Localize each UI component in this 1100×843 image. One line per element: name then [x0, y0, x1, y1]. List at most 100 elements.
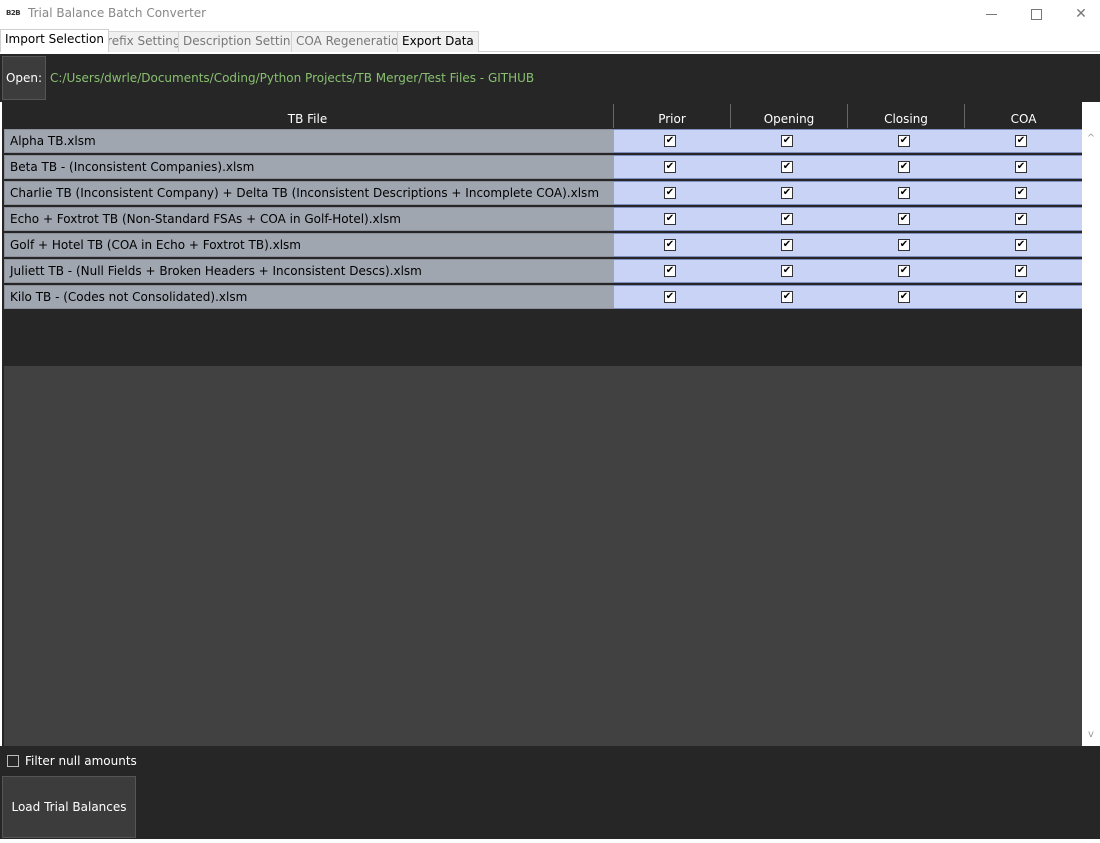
- opening-cell: ✔: [731, 129, 848, 153]
- prior-checkbox[interactable]: ✔: [664, 135, 676, 147]
- header-coa: COA: [965, 104, 1082, 128]
- tb-file-cell[interactable]: Golf + Hotel TB (COA in Echo + Foxtrot T…: [4, 233, 615, 257]
- prior-cell: ✔: [614, 129, 731, 153]
- prior-cell: ✔: [614, 233, 731, 257]
- open-bar: Open: C:/Users/dwrle/Documents/Coding/Py…: [0, 54, 1100, 102]
- closing-cell: ✔: [848, 259, 965, 283]
- filter-null-amounts-checkbox[interactable]: [7, 755, 19, 767]
- filter-null-amounts-label: Filter null amounts: [25, 754, 137, 768]
- prior-cell: ✔: [614, 155, 731, 179]
- closing-cell: ✔: [848, 129, 965, 153]
- coa-cell: ✔: [965, 285, 1082, 309]
- load-trial-balances-button[interactable]: Load Trial Balances: [2, 776, 136, 838]
- prior-cell: ✔: [614, 207, 731, 231]
- prior-cell: ✔: [614, 259, 731, 283]
- prior-checkbox[interactable]: ✔: [664, 265, 676, 277]
- header-tb-file: TB File: [2, 104, 614, 128]
- table-row: Echo + Foxtrot TB (Non-Standard FSAs + C…: [2, 206, 1082, 232]
- coa-checkbox[interactable]: ✔: [1015, 265, 1027, 277]
- closing-cell: ✔: [848, 207, 965, 231]
- coa-cell: ✔: [965, 207, 1082, 231]
- opening-cell: ✔: [731, 181, 848, 205]
- table-header: TB File Prior Opening Closing COA: [2, 104, 1082, 128]
- table-row: Beta TB - (Inconsistent Companies).xlsm ✔…: [2, 154, 1082, 180]
- tb-file-cell[interactable]: Charlie TB (Inconsistent Company) + Delt…: [4, 181, 615, 205]
- closing-cell: ✔: [848, 181, 965, 205]
- opening-checkbox[interactable]: ✔: [781, 213, 793, 225]
- opening-checkbox[interactable]: ✔: [781, 239, 793, 251]
- maximize-icon: [1030, 8, 1042, 20]
- coa-checkbox[interactable]: ✔: [1015, 135, 1027, 147]
- opening-cell: ✔: [731, 155, 848, 179]
- closing-checkbox[interactable]: ✔: [898, 291, 910, 303]
- close-button[interactable]: ✕: [1058, 0, 1100, 28]
- tb-file-cell[interactable]: Alpha TB.xlsm: [4, 129, 615, 153]
- prior-cell: ✔: [614, 181, 731, 205]
- opening-checkbox[interactable]: ✔: [781, 291, 793, 303]
- opening-checkbox[interactable]: ✔: [781, 161, 793, 173]
- coa-checkbox[interactable]: ✔: [1015, 291, 1027, 303]
- open-button[interactable]: Open:: [2, 56, 46, 100]
- prior-checkbox[interactable]: ✔: [664, 239, 676, 251]
- prior-checkbox[interactable]: ✔: [664, 291, 676, 303]
- tb-file-cell[interactable]: Kilo TB - (Codes not Consolidated).xlsm: [4, 285, 615, 309]
- header-closing: Closing: [848, 104, 965, 128]
- closing-checkbox[interactable]: ✔: [898, 213, 910, 225]
- coa-cell: ✔: [965, 233, 1082, 257]
- app-icon: B2B: [6, 9, 21, 17]
- tab-import-selection[interactable]: Import Selection: [0, 29, 109, 52]
- minimize-button[interactable]: [968, 0, 1014, 28]
- import-selection-panel: Open: C:/Users/dwrle/Documents/Coding/Py…: [0, 52, 1100, 843]
- vertical-scrollbar[interactable]: ^ v: [1084, 132, 1098, 744]
- prior-checkbox[interactable]: ✔: [664, 187, 676, 199]
- opening-cell: ✔: [731, 285, 848, 309]
- coa-cell: ✔: [965, 155, 1082, 179]
- tab-bar: Import Selection Prefix Settings Descrip…: [0, 28, 1100, 52]
- closing-checkbox[interactable]: ✔: [898, 187, 910, 199]
- scroll-up-icon[interactable]: ^: [1084, 132, 1098, 146]
- tab-coa-regeneration[interactable]: COA Regeneration: [291, 31, 412, 52]
- prior-checkbox[interactable]: ✔: [664, 161, 676, 173]
- opening-cell: ✔: [731, 207, 848, 231]
- opening-cell: ✔: [731, 233, 848, 257]
- closing-checkbox[interactable]: ✔: [898, 161, 910, 173]
- coa-cell: ✔: [965, 129, 1082, 153]
- coa-cell: ✔: [965, 181, 1082, 205]
- opening-cell: ✔: [731, 259, 848, 283]
- bottom-panel: Filter null amounts Load Trial Balances: [0, 746, 1100, 839]
- coa-checkbox[interactable]: ✔: [1015, 239, 1027, 251]
- opening-checkbox[interactable]: ✔: [781, 265, 793, 277]
- tb-file-table: TB File Prior Opening Closing COA Alpha …: [0, 102, 1100, 792]
- closing-checkbox[interactable]: ✔: [898, 265, 910, 277]
- tb-file-cell[interactable]: Beta TB - (Inconsistent Companies).xlsm: [4, 155, 615, 179]
- tb-file-cell[interactable]: Juliett TB - (Null Fields + Broken Heade…: [4, 259, 615, 283]
- tab-export-data[interactable]: Export Data: [397, 31, 479, 52]
- close-icon: ✕: [1075, 6, 1087, 22]
- window-title: Trial Balance Batch Converter: [28, 6, 207, 20]
- opening-checkbox[interactable]: ✔: [781, 135, 793, 147]
- tab-description-settings[interactable]: Description Settings: [178, 31, 310, 52]
- tb-file-cell[interactable]: Echo + Foxtrot TB (Non-Standard FSAs + C…: [4, 207, 615, 231]
- closing-cell: ✔: [848, 233, 965, 257]
- coa-checkbox[interactable]: ✔: [1015, 187, 1027, 199]
- coa-cell: ✔: [965, 259, 1082, 283]
- scroll-down-icon[interactable]: v: [1084, 728, 1098, 742]
- title-bar: B2B Trial Balance Batch Converter ✕: [0, 0, 1100, 28]
- closing-checkbox[interactable]: ✔: [898, 239, 910, 251]
- header-prior: Prior: [614, 104, 731, 128]
- coa-checkbox[interactable]: ✔: [1015, 213, 1027, 225]
- closing-cell: ✔: [848, 155, 965, 179]
- coa-checkbox[interactable]: ✔: [1015, 161, 1027, 173]
- table-row: Alpha TB.xlsm ✔ ✔ ✔ ✔: [2, 128, 1082, 154]
- minimize-icon: [985, 13, 997, 15]
- maximize-button[interactable]: [1013, 0, 1059, 28]
- prior-cell: ✔: [614, 285, 731, 309]
- folder-path: C:/Users/dwrle/Documents/Coding/Python P…: [50, 71, 535, 85]
- table-row: Kilo TB - (Codes not Consolidated).xlsm ✔…: [2, 284, 1082, 310]
- opening-checkbox[interactable]: ✔: [781, 187, 793, 199]
- table-row: Charlie TB (Inconsistent Company) + Delt…: [2, 180, 1082, 206]
- table-row: Golf + Hotel TB (COA in Echo + Foxtrot T…: [2, 232, 1082, 258]
- closing-cell: ✔: [848, 285, 965, 309]
- closing-checkbox[interactable]: ✔: [898, 135, 910, 147]
- prior-checkbox[interactable]: ✔: [664, 213, 676, 225]
